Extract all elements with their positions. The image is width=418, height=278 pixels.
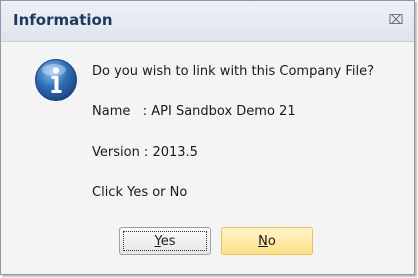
dialog-title: Information <box>13 11 113 29</box>
version-text: Version : 2013.5 <box>92 145 198 160</box>
yes-button[interactable]: Yes <box>119 227 211 255</box>
no-button[interactable]: No <box>221 227 313 255</box>
no-button-label: No <box>258 233 276 249</box>
close-icon[interactable]: ⌧ <box>387 11 405 29</box>
instruction-text: Click Yes or No <box>92 185 188 200</box>
question-text: Do you wish to link with this Company Fi… <box>92 64 375 79</box>
information-dialog: Information ⌧ Do you wish to link with t… <box>0 0 415 275</box>
title-bar: Information ⌧ <box>1 1 414 42</box>
company-name-text: Name : API Sandbox Demo 21 <box>92 104 296 119</box>
focus-rectangle <box>123 231 207 251</box>
info-icon <box>35 59 77 101</box>
